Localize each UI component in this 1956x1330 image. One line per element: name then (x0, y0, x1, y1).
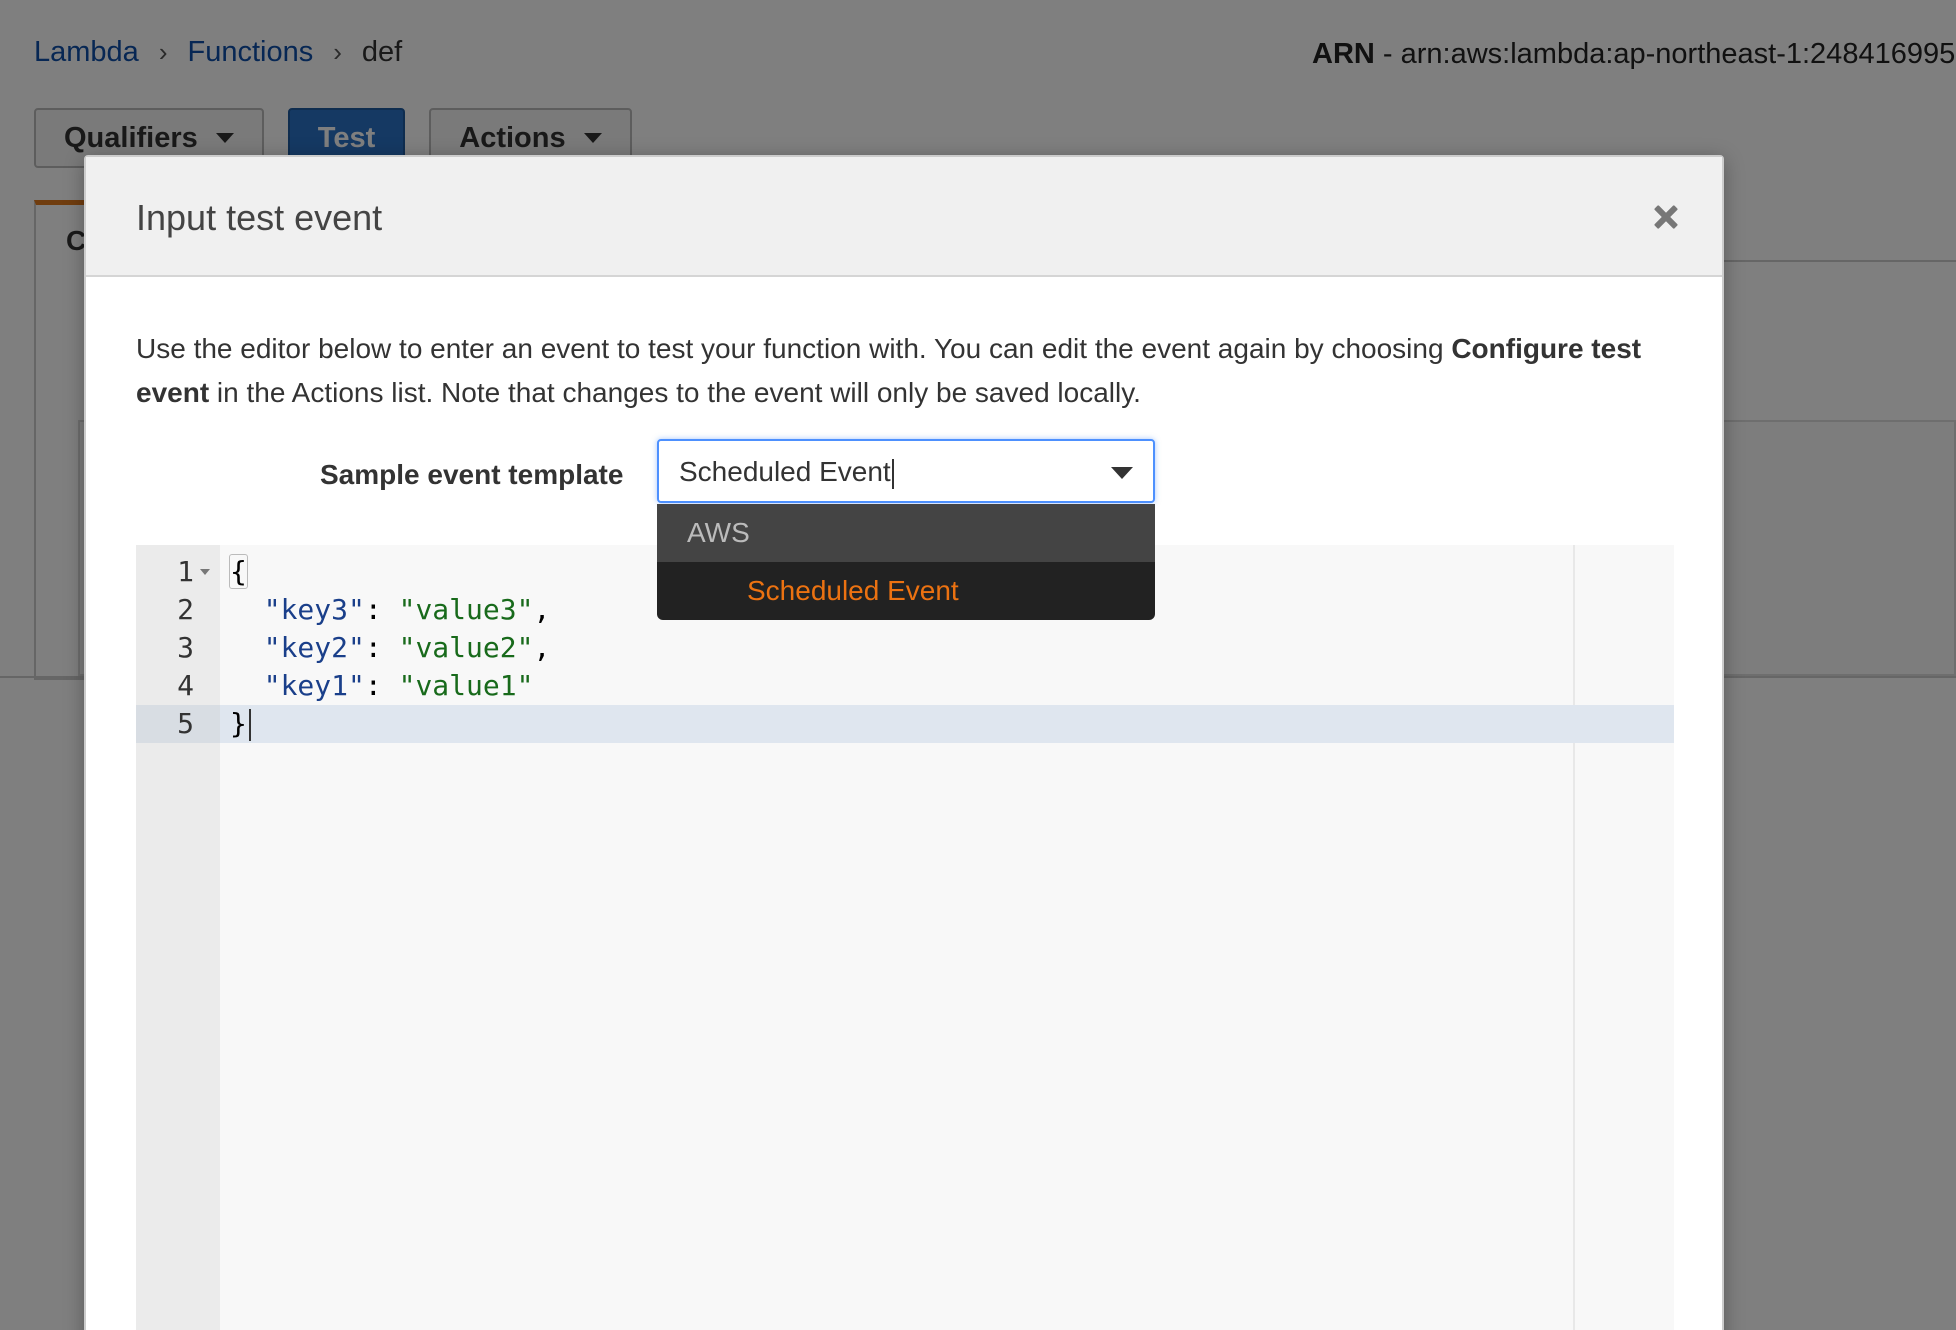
input-test-event-modal: Input test event Use the editor below to… (84, 155, 1724, 1330)
sample-event-template-select[interactable]: Scheduled Event (657, 439, 1155, 503)
description-text: in the Actions list. Note that changes t… (209, 377, 1141, 408)
template-select-value: Scheduled Event (679, 456, 894, 489)
sample-event-template-label: Sample event template (320, 459, 624, 490)
line-number: 1 (177, 555, 194, 588)
caret-down-icon[interactable] (1111, 467, 1133, 479)
close-icon[interactable] (1650, 201, 1682, 233)
editor-line[interactable]: 4 "key1": "value1" (136, 667, 1674, 705)
dropdown-option-scheduled-event[interactable]: Scheduled Event (657, 562, 1155, 620)
line-number: 2 (177, 593, 194, 626)
editor-line[interactable]: 3 "key2": "value2", (136, 629, 1674, 667)
dropdown-group-aws: AWS (657, 504, 1155, 562)
editor-line[interactable]: 5} (136, 705, 1674, 743)
modal-header: Input test event (86, 157, 1722, 277)
template-dropdown-menu: AWS Scheduled Event (657, 504, 1155, 620)
modal-description: Use the editor below to enter an event t… (136, 327, 1676, 415)
fold-toggle-icon[interactable] (200, 569, 210, 575)
event-json-editor[interactable]: 1{2 "key3": "value3", 3 "key2": "value2",… (136, 545, 1674, 1330)
modal-title: Input test event (136, 197, 383, 238)
description-text: Use the editor below to enter an event t… (136, 333, 1452, 364)
text-cursor (248, 709, 251, 741)
line-code: "key1": "value1" (263, 669, 534, 702)
line-code: "key2": "value2", (263, 631, 551, 664)
line-number: 3 (177, 631, 194, 664)
line-code: "key3": "value3", (263, 593, 551, 626)
line-code: { (229, 554, 248, 589)
line-number: 4 (177, 669, 194, 702)
line-number: 5 (136, 705, 220, 743)
line-code: } (230, 705, 251, 743)
